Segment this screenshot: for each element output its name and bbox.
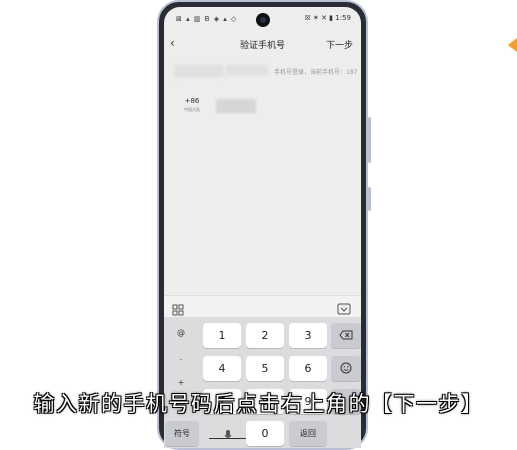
- next-step-button[interactable]: 下一步: [326, 38, 353, 51]
- accent-marker: [508, 38, 517, 52]
- key-1[interactable]: 1: [203, 323, 241, 348]
- side-symbol-column: @ . +: [167, 322, 195, 397]
- login-hint: 手机号登录，当前手机号：187: [174, 65, 357, 77]
- phone-number-input[interactable]: [216, 99, 256, 113]
- symbols-key[interactable]: 符号: [165, 421, 199, 446]
- keyboard-toolbar: [164, 295, 361, 317]
- power-button: [368, 187, 371, 211]
- dot-key[interactable]: .: [167, 347, 195, 369]
- country-code: +86: [184, 97, 200, 105]
- key-0[interactable]: 0: [246, 421, 284, 446]
- emoji-key[interactable]: [331, 356, 361, 381]
- key-5[interactable]: 5: [246, 356, 284, 381]
- backspace-icon: [339, 330, 353, 340]
- front-camera: [255, 13, 270, 27]
- country-name: 中国大陆: [184, 107, 200, 112]
- blurred-text: [226, 65, 268, 75]
- status-icons-right: ☒ ✶ ✕ ▮: [304, 14, 334, 22]
- space-key[interactable]: [207, 421, 249, 445]
- microphone-icon: [224, 426, 232, 445]
- key-4[interactable]: 4: [203, 356, 241, 381]
- status-icons-left: ⊠ ▴ ▥ B ◈ ▴ ◇: [176, 15, 238, 23]
- country-code-selector[interactable]: +86 中国大陆: [174, 97, 210, 113]
- status-time: 1:59: [335, 14, 351, 22]
- key-6[interactable]: 6: [289, 356, 327, 381]
- phone-number-row: +86 中国大陆: [174, 97, 351, 125]
- instruction-caption: 输入新的手机号码后点击右上角的【下一步】: [33, 392, 484, 416]
- numeric-keyboard: @ . + 1 2 3 4 5 6 7 8 9 符号 0 返回: [164, 317, 361, 448]
- backspace-key[interactable]: [331, 323, 361, 348]
- return-key[interactable]: 返回: [289, 421, 327, 446]
- at-key[interactable]: @: [167, 322, 195, 344]
- key-3[interactable]: 3: [289, 323, 327, 348]
- key-2[interactable]: 2: [246, 323, 284, 348]
- emoji-icon: [340, 362, 352, 374]
- phone-device: ⊠ ▴ ▥ B ◈ ▴ ◇ ☒ ✶ ✕ ▮ 1:59 ‹ 验证手机号 下一步 手…: [157, 0, 371, 450]
- blurred-text: [174, 65, 224, 77]
- hint-text: 手机号登录，当前手机号：187: [274, 69, 358, 76]
- phone-screen: ⊠ ▴ ▥ B ◈ ▴ ◇ ☒ ✶ ✕ ▮ 1:59 ‹ 验证手机号 下一步 手…: [164, 7, 361, 448]
- volume-button: [368, 117, 371, 163]
- status-right: ☒ ✶ ✕ ▮ 1:59: [304, 14, 351, 22]
- space-bar-line: [209, 438, 247, 439]
- status-bar: ⊠ ▴ ▥ B ◈ ▴ ◇ ☒ ✶ ✕ ▮ 1:59: [164, 7, 361, 29]
- nav-bar: ‹ 验证手机号 下一步: [164, 33, 361, 55]
